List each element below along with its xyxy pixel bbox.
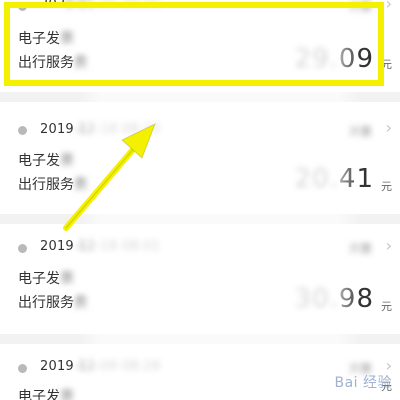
status-label: 开票 — [347, 125, 372, 139]
chevron-right-icon[interactable]: › — [386, 118, 392, 137]
dot-icon — [18, 244, 27, 253]
record-title: 电子发票 — [18, 386, 74, 400]
amount-dot: . — [329, 164, 339, 194]
record-amount: 20.41 — [295, 164, 374, 194]
amount-visible: 09 — [338, 44, 374, 74]
record-description: 出行服务费 — [18, 52, 88, 72]
record-amount: 30.98 — [295, 284, 374, 314]
date-visible: 2019 — [40, 359, 74, 374]
date-blurred: -12-18 08:01 — [73, 239, 161, 254]
currency-unit: 元 — [381, 180, 392, 193]
dot-icon — [18, 126, 27, 135]
status-label: 开票 — [347, 0, 372, 14]
desc-prefix: 出行服务 — [18, 177, 74, 193]
record-date: 2019-12-09 08:28 — [40, 359, 160, 374]
amount-dot: . — [329, 284, 339, 314]
title-blurred: 票 — [60, 153, 74, 169]
record-date: 2019-12-18 08:23 — [40, 122, 160, 137]
invoice-record-2[interactable]: 2019-12-18 08:23 开票 › 电子发票 出行服务费 20.41 元 — [0, 102, 400, 210]
desc-prefix: 出行服务 — [18, 295, 74, 311]
record-description: 出行服务费 — [18, 292, 88, 312]
status-label: 开票 — [347, 242, 372, 256]
currency-unit: 元 — [381, 300, 392, 313]
invoice-record-1[interactable]: 2020-01-05 09:00 开票 › 电子发票 出行服务费 29.09 元 — [0, 0, 400, 88]
invoice-record-3[interactable]: 2019-12-18 08:01 开票 › 电子发票 出行服务费 30.98 元 — [0, 224, 400, 332]
title-prefix: 电子发 — [18, 31, 60, 47]
record-title: 电子发票 — [18, 28, 74, 48]
record-title: 电子发票 — [18, 268, 74, 288]
invoice-history-page: 2020-01-05 09:00 开票 › 电子发票 出行服务费 29.09 元… — [0, 0, 400, 400]
amount-blurred: 30 — [294, 284, 330, 314]
desc-prefix: 出行服务 — [18, 55, 74, 71]
amount-blurred: 29 — [294, 44, 330, 74]
dot-icon — [18, 364, 27, 373]
record-date: 2020-01-05 09:00 — [40, 0, 160, 12]
title-prefix: 电子发 — [18, 153, 60, 169]
dot-icon — [18, 2, 27, 11]
record-title: 电子发票 — [18, 150, 74, 170]
desc-blurred: 费 — [74, 177, 88, 193]
chevron-right-icon[interactable]: › — [386, 0, 392, 13]
row-separator — [0, 334, 400, 344]
row-separator — [0, 92, 400, 102]
currency-unit: 元 — [381, 58, 392, 71]
record-date: 2019-12-18 08:01 — [40, 239, 160, 254]
chevron-right-icon[interactable]: › — [386, 236, 392, 255]
desc-blurred: 费 — [74, 55, 88, 71]
date-blurred: 0-01-05 09:00 — [65, 0, 161, 12]
row-separator — [0, 214, 400, 224]
title-prefix: 电子发 — [18, 389, 60, 400]
date-visible: 2019 — [40, 239, 74, 254]
desc-blurred: 费 — [74, 295, 88, 311]
watermark-logo: Bai 经验 — [334, 375, 392, 391]
record-amount: 29.09 — [295, 44, 374, 74]
amount-visible: 98 — [338, 284, 374, 314]
title-blurred: 票 — [60, 389, 74, 400]
amount-dot: . — [329, 44, 339, 74]
date-blurred: -12-09 08:28 — [73, 359, 161, 374]
title-prefix: 电子发 — [18, 271, 60, 287]
date-blurred: -12-18 08:23 — [73, 122, 161, 137]
title-blurred: 票 — [60, 271, 74, 287]
amount-visible: 41 — [338, 164, 374, 194]
amount-blurred: 20 — [294, 164, 330, 194]
title-blurred: 票 — [60, 31, 74, 47]
date-visible: 202 — [40, 0, 66, 12]
date-visible: 2019 — [40, 122, 74, 137]
record-description: 出行服务费 — [18, 174, 88, 194]
